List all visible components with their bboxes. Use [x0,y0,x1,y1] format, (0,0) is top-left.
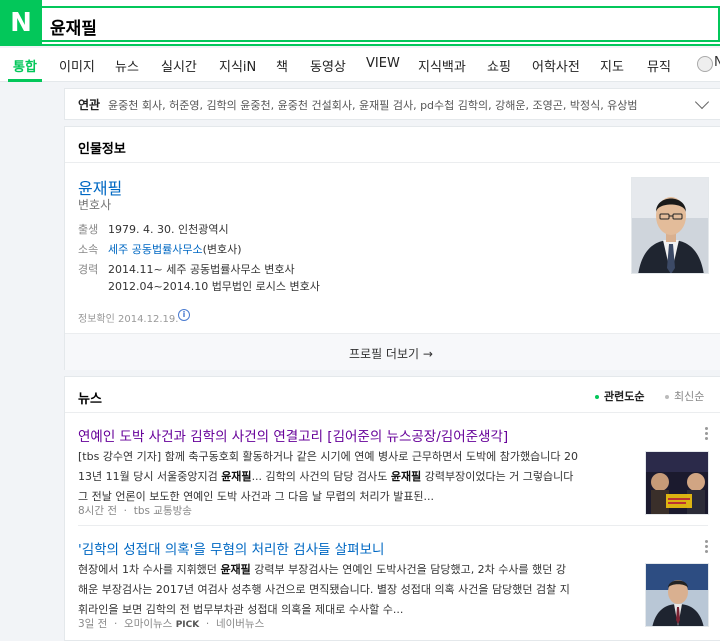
user-avatar-icon[interactable] [697,56,713,72]
tab-view[interactable]: VIEW [366,56,400,71]
more-options-icon[interactable] [705,427,709,442]
search-header: N 윤재필 [0,0,720,46]
tab-images[interactable]: 이미지 [59,56,95,75]
tab-realtime[interactable]: 실시간 [161,56,197,75]
search-query-text: 윤재필 [50,19,97,39]
article-source[interactable]: 오마이뉴스 [124,618,172,630]
affiliation-suffix: (변호사) [202,243,242,256]
tab-kin[interactable]: 지식iN [219,56,256,75]
section-title-person: 인물정보 [78,142,126,157]
affiliation-link[interactable]: 세주 공동법률사무소 [108,243,203,256]
summary-line: 해운 부장검사는 2017년 여검사 성추행 사건으로 면직됐습니다. 별장 성… [78,583,570,596]
inactive-dot-icon [665,395,669,399]
sort-latest[interactable]: 최신순 [665,388,704,404]
news-article-summary: [tbs 강수연 기자] 함께 축구동호회 활동하거나 같은 시기에 연예 병사… [78,447,630,507]
article-source[interactable]: tbs 교통방송 [134,505,192,517]
profile-more-label: 프로필 더보기 → [349,347,433,361]
news-article-title[interactable]: 연예인 도박 사건과 김학의 사건의 연결고리 [김어준의 뉴스공장/김어준생각… [78,425,508,445]
more-options-icon[interactable] [705,540,709,555]
person-photo[interactable] [631,177,709,274]
article-time: 8시간 전 [78,505,117,517]
divider [78,525,708,526]
sort-latest-label: 최신순 [674,390,705,403]
naver-logo[interactable]: N [0,0,42,46]
divider [65,412,720,413]
news-article-title[interactable]: '김학의 성접대 의혹'을 무혐의 처리한 검사들 살펴보니 [78,538,384,558]
tab-dictionary[interactable]: 어학사전 [532,56,580,75]
active-dot-icon [595,395,599,399]
pick-badge: PICK [175,620,200,630]
affiliation-label: 소속 [78,243,99,256]
section-title-news: 뉴스 [78,392,102,407]
search-tabs: 통합 이미지 뉴스 실시간 지식iN 책 동영상 VIEW 지식백과 쇼핑 어학… [0,48,720,82]
naver-news-link[interactable]: 네이버뉴스 [216,618,264,630]
summary-line: [tbs 강수연 기자] 함께 축구동호회 활동하거나 같은 시기에 연예 병사… [78,450,578,463]
news-article-meta: 8시간 전 · tbs 교통방송 [78,505,192,517]
summary-line: 현장에서 1차 수사를 지휘했던 윤재필 강력부 부장검사는 연예인 도박사건을… [78,563,567,576]
news-section: 뉴스 관련도순 최신순 연예인 도박 사건과 김학의 사건의 연결고리 [김어준… [64,376,720,641]
tab-books[interactable]: 책 [276,56,288,75]
info-icon[interactable]: i [178,309,190,321]
user-initial: N [714,55,720,70]
profile-more-button[interactable]: 프로필 더보기 → [65,333,720,370]
related-terms[interactable]: 윤중천 회사, 허준영, 김학의 윤중천, 윤중천 건설회사, 윤재필 검사, … [108,97,638,113]
tab-music[interactable]: 뮤직 [647,56,671,75]
tab-map[interactable]: 지도 [600,56,624,75]
summary-line: 13년 11월 당시 서울중앙지검 윤재필... 김학의 사건의 담당 검사도 … [78,470,574,483]
tab-shopping[interactable]: 쇼핑 [487,56,511,75]
career-item: 2014.11~ 세주 공동법률사무소 변호사 [108,263,295,276]
divider [65,162,720,163]
birth-value: 1979. 4. 30. 인천광역시 [108,223,229,236]
tab-news[interactable]: 뉴스 [115,56,139,75]
tab-integrated[interactable]: 통합 [13,56,37,75]
tab-encyclopedia[interactable]: 지식백과 [418,56,466,75]
person-job: 변호사 [78,198,112,212]
career-item: 2012.04~2014.10 법무법인 로시스 변호사 [108,280,320,293]
news-article-meta: 3일 전 · 오마이뉴스 PICK · 네이버뉴스 [78,618,265,630]
related-searches: 연관 윤중천 회사, 허준영, 김학의 윤중천, 윤중천 건설회사, 윤재필 검… [64,88,720,120]
career-label: 경력 [78,263,99,276]
sort-relevance[interactable]: 관련도순 [595,388,644,404]
search-input[interactable]: 윤재필 [42,6,720,42]
news-thumbnail[interactable] [645,563,709,627]
affiliation-value: 세주 공동법률사무소(변호사) [108,241,242,257]
news-thumbnail[interactable] [645,451,709,515]
person-info-card: 인물정보 윤재필 변호사 출생 1979. 4. 30. 인천광역시 소속 세주… [64,126,720,370]
chevron-down-icon[interactable] [694,94,710,110]
info-date: 정보확인 2014.12.19. [78,314,179,325]
sort-relevance-label: 관련도순 [604,390,645,403]
article-time: 3일 전 [78,618,108,630]
related-title: 연관 [78,98,101,112]
tab-video[interactable]: 동영상 [310,56,346,75]
active-tab-indicator [8,79,42,82]
birth-label: 출생 [78,223,99,236]
news-article-summary: 현장에서 1차 수사를 지휘했던 윤재필 강력부 부장검사는 연예인 도박사건을… [78,560,630,620]
